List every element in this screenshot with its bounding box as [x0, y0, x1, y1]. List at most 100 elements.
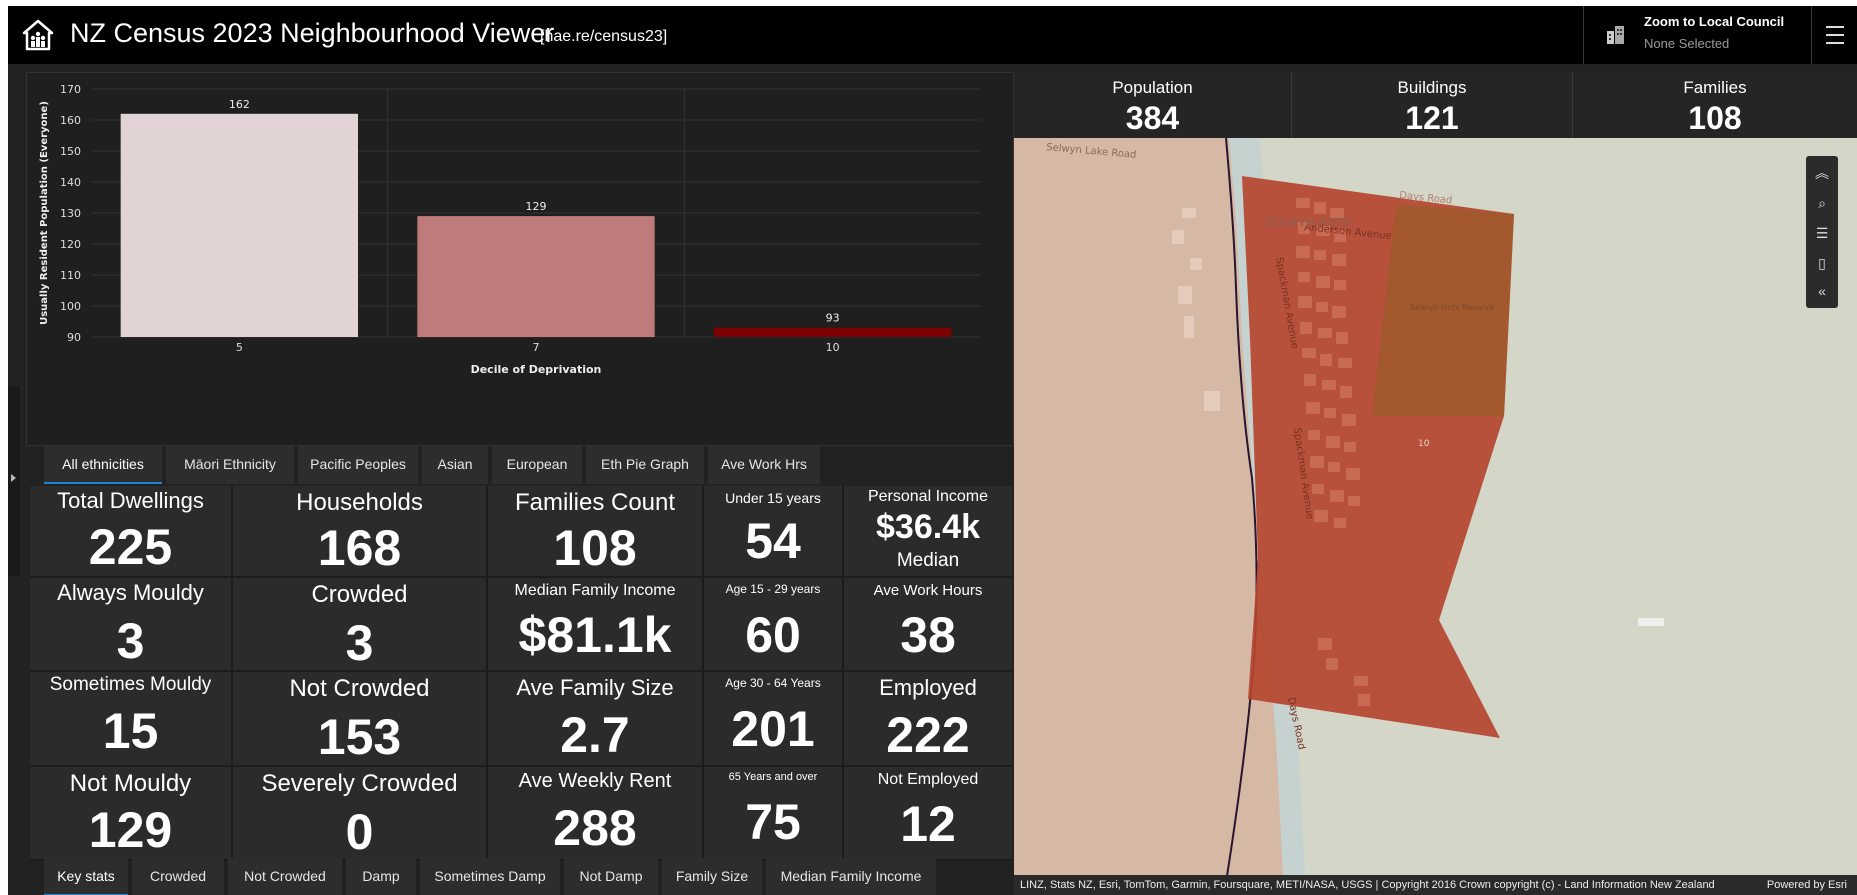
stat-severely-crowded: Severely Crowded 0 [233, 767, 488, 861]
stat-value: 129 [88, 802, 173, 858]
stat-value: 222 [886, 707, 970, 763]
x-tick-label: 7 [533, 341, 540, 354]
map-attribution: LINZ, Stats NZ, Esri, TomTom, Garmin, Fo… [1014, 875, 1857, 895]
y-tick-label: 100 [60, 300, 81, 313]
summary-label: Families [1683, 78, 1747, 97]
y-axis-label: Usually Resident Population (Everyone) [39, 101, 50, 325]
tab-not-crowded[interactable]: Not Crowded [228, 858, 342, 895]
stat-personal-income: Personal Income $36.4k Median [844, 486, 1012, 578]
stat-label: Ave Family Size [516, 675, 674, 700]
tab-asian[interactable]: Asian [422, 446, 488, 484]
map-canvas[interactable]: Selwyn Lake Road Days Road Anderson Aven… [1014, 138, 1857, 895]
stat-label: Ave Weekly Rent [518, 770, 672, 792]
tab-damp[interactable]: Damp [346, 858, 416, 895]
tab-maori-ethnicity[interactable]: Māori Ethnicity [166, 446, 294, 484]
stat-value: 3 [116, 613, 145, 669]
summary-label: Population [1112, 78, 1193, 97]
y-tick-label: 170 [60, 83, 81, 96]
y-tick-label: 150 [60, 145, 81, 158]
stat-under-15: Under 15 years 54 [704, 486, 844, 578]
summary-value: 384 [1125, 100, 1180, 136]
map-label-reserve: Selwyn Huts Reserve [1410, 303, 1494, 312]
y-tick-label: 90 [67, 331, 81, 344]
collapse-up-icon[interactable]: ︽ [1806, 158, 1838, 188]
stat-label: Under 15 years [725, 490, 821, 506]
stat-crowded: Crowded 3 [233, 578, 488, 672]
zoom-to-council-label: Zoom to Local Council [1644, 14, 1785, 29]
stat-families-count: Families Count 108 [488, 486, 704, 578]
stat-value: 288 [553, 800, 637, 856]
stat-label: Severely Crowded [261, 770, 458, 797]
home-icon[interactable] [22, 19, 54, 51]
y-tick-label: 130 [60, 207, 81, 220]
stat-label: Median Family Income [514, 582, 676, 599]
tab-crowded[interactable]: Crowded [132, 858, 224, 895]
stat-not-crowded: Not Crowded 153 [233, 672, 488, 767]
bar-decile-7 [417, 216, 655, 337]
map-view[interactable]: Selwyn Lake Road Days Road Anderson Aven… [1014, 138, 1857, 895]
stat-value: 38 [900, 607, 956, 663]
stat-label: Employed [879, 675, 977, 700]
tab-sometimes-damp[interactable]: Sometimes Damp [420, 858, 560, 895]
bookmark-icon[interactable]: ▯ [1806, 248, 1838, 278]
powered-by-esri[interactable]: Powered by Esri [1767, 875, 1847, 895]
y-tick-label: 120 [60, 238, 81, 251]
stat-employed: Employed 222 [844, 672, 1012, 767]
tab-ave-work-hrs[interactable]: Ave Work Hrs [708, 446, 820, 484]
tab-family-size[interactable]: Family Size [662, 858, 762, 895]
stat-ave-weekly-rent: Ave Weekly Rent 288 [488, 767, 704, 861]
side-panel-toggle[interactable] [8, 386, 20, 576]
x-tick-label: 10 [826, 341, 840, 354]
bar-value-label: 129 [526, 200, 547, 213]
stat-sublabel: Median [896, 550, 960, 571]
collapse-left-icon[interactable]: « [1806, 276, 1838, 306]
stat-age-15-29: Age 15 - 29 years 60 [704, 578, 844, 672]
search-icon[interactable]: ⌕ [1806, 188, 1838, 218]
map-building-east-isolated [1638, 618, 1664, 626]
tab-european[interactable]: European [492, 446, 582, 484]
stat-age-30-64: Age 30 - 64 Years 201 [704, 672, 844, 767]
x-axis-label: Decile of Deprivation [471, 363, 602, 376]
bar-chart-svg: 90 100 110 120 130 140 150 160 170 162 5 129 7 93 10 De… [39, 83, 981, 376]
stat-label: Always Mouldy [57, 580, 204, 605]
y-tick-label: 110 [60, 269, 81, 282]
stat-label: Crowded [311, 581, 408, 608]
summary-label: Buildings [1397, 78, 1467, 97]
tab-key-stats[interactable]: Key stats [44, 858, 128, 895]
tab-all-ethnicities[interactable]: All ethnicities [44, 446, 162, 484]
buildings-icon [1607, 26, 1624, 44]
hamburger-menu-icon[interactable] [1811, 6, 1857, 64]
map-toolbar: ︽ ⌕ ☰ ▯ « [1806, 156, 1838, 308]
deprivation-chart: 90 100 110 120 130 140 150 160 170 162 5 129 7 93 10 De… [26, 72, 1014, 446]
key-stats-grid: Total Dwellings 225 Always Mouldy 3 Some… [30, 486, 1012, 861]
x-tick-label: 5 [236, 341, 243, 354]
tab-pacific-peoples[interactable]: Pacific Peoples [298, 446, 418, 484]
stat-value: 225 [88, 519, 173, 575]
tab-not-damp[interactable]: Not Damp [564, 858, 658, 895]
bar-decile-5 [120, 113, 359, 337]
stat-label: Age 15 - 29 years [725, 582, 821, 596]
summary-families: Families 108 [1573, 72, 1857, 138]
zoom-to-council-value: None Selected [1644, 36, 1730, 51]
summary-bar: Population 384 Buildings 121 Families 10… [1014, 72, 1857, 138]
stat-value: $81.1k [518, 607, 672, 663]
stat-total-dwellings: Total Dwellings 225 [30, 486, 233, 578]
stat-value: 168 [317, 520, 402, 576]
stat-label: Sometimes Mouldy [49, 674, 212, 695]
stat-65-and-over: 65 Years and over 75 [704, 767, 844, 861]
stat-label: Households [296, 489, 423, 516]
chevron-right-icon [11, 474, 16, 482]
stat-value: $36.4k [876, 508, 980, 546]
y-tick-label: 160 [60, 114, 81, 127]
stat-value: 2.7 [560, 707, 630, 763]
stat-label: Families Count [514, 489, 676, 516]
stat-value: 0 [345, 804, 374, 860]
tab-eth-pie-graph[interactable]: Eth Pie Graph [586, 446, 704, 484]
stat-always-mouldy: Always Mouldy 3 [30, 578, 233, 672]
stat-label: Age 30 - 64 Years [725, 676, 821, 690]
summary-value: 121 [1405, 100, 1459, 136]
layer-list-icon[interactable]: ☰ [1806, 218, 1838, 248]
tab-median-family-income[interactable]: Median Family Income [766, 858, 936, 895]
stat-not-mouldy: Not Mouldy 129 [30, 767, 233, 861]
zoom-to-council-selector[interactable]: Zoom to Local Council None Selected [1583, 6, 1811, 64]
